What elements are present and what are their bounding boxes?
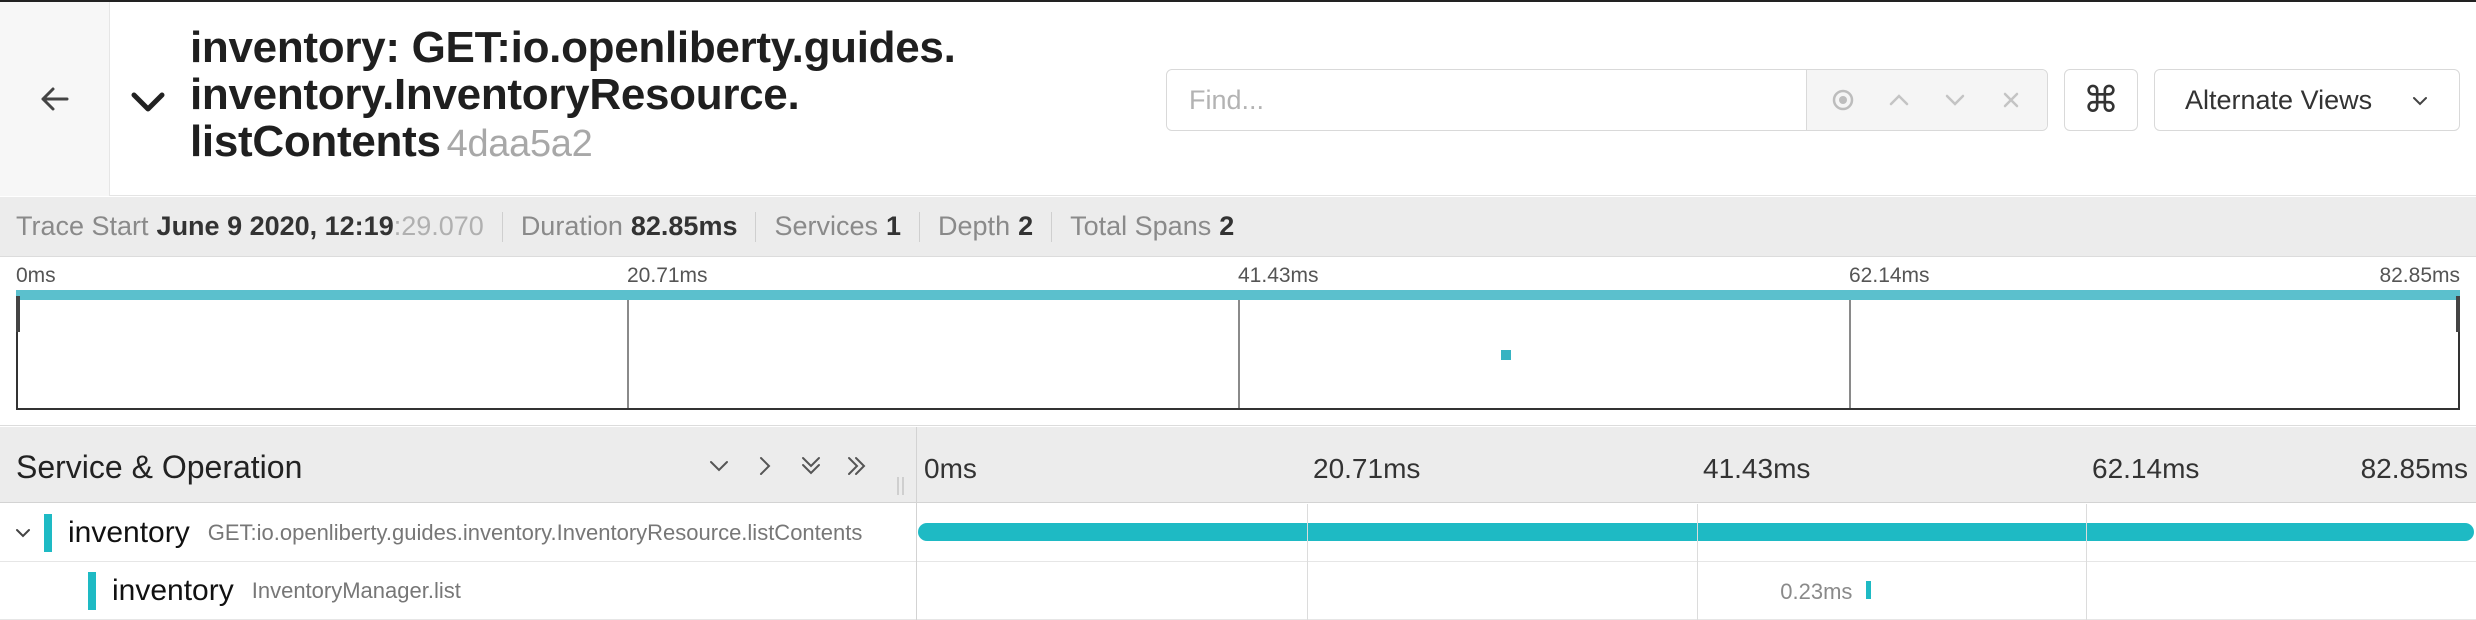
- timeline-gridline: [1307, 504, 1308, 620]
- trace-id: 4daa5a2: [446, 123, 593, 165]
- keyboard-shortcuts-button[interactable]: ⌘: [2064, 69, 2138, 131]
- double-chevron-right-icon: [848, 457, 866, 475]
- minimap-start-handle[interactable]: [16, 296, 20, 332]
- chevron-down-icon: [1945, 94, 1965, 106]
- locate-icon: [1832, 89, 1854, 111]
- duration-value: 82.85ms: [630, 211, 738, 241]
- expand-collapse-controls: [700, 447, 876, 485]
- next-match-button[interactable]: [1933, 78, 1977, 122]
- clear-find-button[interactable]: [1989, 78, 2033, 122]
- chevron-down-icon: [2413, 97, 2427, 106]
- chevron-down-icon: [710, 461, 728, 472]
- timeline-header: Service & Operation 0ms 20.71ms 41.43ms …: [0, 427, 2476, 503]
- chevron-up-icon: [1889, 94, 1909, 106]
- trace-start-date: June 9 2020, 12:19: [156, 211, 394, 241]
- minimap-end-handle[interactable]: [2456, 296, 2460, 332]
- divider: [755, 211, 757, 242]
- chevron-right-icon: [760, 457, 771, 475]
- minimap-tick-label: 41.43ms: [1238, 264, 1319, 287]
- service-name: inventory: [112, 574, 234, 607]
- timeline-tick-label: 41.43ms: [1703, 453, 1811, 484]
- divider: [919, 211, 921, 242]
- trace-minimap[interactable]: 0ms 20.71ms 41.43ms 62.14ms 82.85ms: [0, 258, 2476, 426]
- timeline-tick-label: 20.71ms: [1313, 453, 1421, 484]
- minimap-tick-label: 62.14ms: [1849, 264, 1930, 287]
- trace-start-value: June 9 2020, 12:19:29.070: [157, 211, 484, 242]
- services-label: Services: [774, 211, 878, 241]
- span-row[interactable]: inventory InventoryManager.list 0.23ms: [0, 562, 2476, 620]
- minimap-root-span: [16, 290, 2460, 300]
- timeline-tick-label: 82.85ms: [2360, 453, 2468, 484]
- chevron-down-icon: [16, 529, 30, 538]
- double-chevron-down-icon: [802, 457, 820, 475]
- column-resize-handle[interactable]: [897, 477, 907, 497]
- services-value: 1: [886, 211, 902, 241]
- operation-name: GET:io.openliberty.guides.inventory.Inve…: [207, 520, 863, 545]
- trace-title: inventory: GET:io.openliberty.guides. in…: [190, 24, 1070, 168]
- timeline-tick-label: 0ms: [924, 453, 977, 484]
- depth-value: 2: [1018, 211, 1034, 241]
- span-bar[interactable]: [1866, 581, 1871, 599]
- trace-header: inventory: GET:io.openliberty.guides. in…: [0, 2, 2476, 196]
- timeline-gridline: [1697, 504, 1698, 620]
- arrow-left-icon: [41, 87, 68, 111]
- title-line: listContents: [190, 117, 441, 166]
- command-key-icon: ⌘: [2083, 79, 2119, 120]
- trace-summary-bar: Trace Start June 9 2020, 12:19:29.070 Du…: [0, 197, 2476, 257]
- collapse-all-button[interactable]: [792, 447, 830, 485]
- collapse-one-button[interactable]: [700, 447, 738, 485]
- divider: [501, 211, 503, 242]
- divider: [1051, 211, 1053, 242]
- collapse-title-button[interactable]: [126, 80, 170, 124]
- span-bar[interactable]: [918, 523, 2474, 541]
- alternate-views-label: Alternate Views: [2185, 84, 2373, 115]
- expand-one-button[interactable]: [746, 447, 784, 485]
- span-label[interactable]: inventory GET:io.openliberty.guides.inve…: [44, 504, 862, 562]
- depth: Depth 2: [938, 211, 1033, 242]
- find-input[interactable]: [1167, 70, 1807, 130]
- row-collapse-toggle[interactable]: [10, 520, 36, 546]
- trace-start-label: Trace Start: [16, 211, 149, 241]
- minimap-child-span: [1500, 350, 1511, 360]
- minimap-gridline: [1238, 296, 1240, 408]
- title-line: inventory.InventoryResource.: [190, 70, 800, 119]
- minimap-tick-label: 82.85ms: [2379, 264, 2460, 287]
- duration-label: Duration: [520, 211, 623, 241]
- service-color-marker: [88, 572, 96, 610]
- total-spans: Total Spans 2: [1070, 211, 1234, 242]
- total-spans-value: 2: [1219, 211, 1235, 241]
- previous-match-button[interactable]: [1877, 78, 1921, 122]
- minimap-tick-label: 20.71ms: [627, 264, 708, 287]
- back-button[interactable]: [0, 2, 110, 196]
- close-icon: [2003, 92, 2019, 108]
- span-duration-label: 0.23ms: [1780, 579, 1853, 604]
- alternate-views-dropdown[interactable]: Alternate Views: [2154, 69, 2460, 131]
- duration: Duration 82.85ms: [521, 211, 738, 242]
- find-tools: [1807, 70, 2047, 130]
- service-operation-heading: Service & Operation: [16, 449, 303, 485]
- column-divider: [916, 427, 917, 620]
- minimap-tick-label: 0ms: [16, 264, 56, 287]
- timeline-gridline: [2086, 504, 2087, 620]
- service-color-marker: [44, 514, 52, 552]
- chevron-down-icon: [131, 92, 165, 112]
- depth-label: Depth: [938, 211, 1011, 241]
- locate-button[interactable]: [1821, 78, 1865, 122]
- span-row[interactable]: inventory GET:io.openliberty.guides.inve…: [0, 504, 2476, 562]
- timeline-tick-label: 62.14ms: [2092, 453, 2200, 484]
- span-label[interactable]: inventory InventoryManager.list: [88, 562, 461, 620]
- total-spans-label: Total Spans: [1070, 211, 1212, 241]
- find-box: [1166, 69, 2048, 131]
- minimap-gridline: [1849, 296, 1851, 408]
- operation-name: InventoryManager.list: [251, 578, 461, 603]
- trace-start-seconds: :29.070: [393, 211, 484, 241]
- services: Services 1: [774, 211, 901, 242]
- expand-all-button[interactable]: [838, 447, 876, 485]
- trace-start: Trace Start June 9 2020, 12:19:29.070: [16, 211, 484, 242]
- title-line: inventory: GET:io.openliberty.guides.: [190, 23, 956, 72]
- minimap-gridline: [627, 296, 629, 408]
- service-name: inventory: [68, 516, 190, 549]
